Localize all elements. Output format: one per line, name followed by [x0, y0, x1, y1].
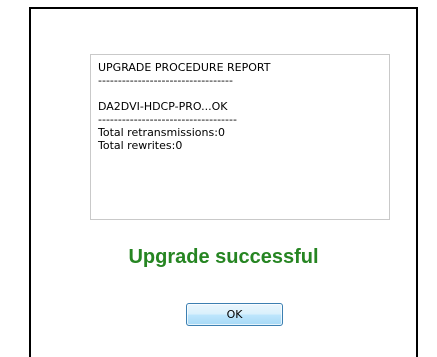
report-device-result: DA2DVI-HDCP-PRO...OK: [98, 100, 228, 113]
upgrade-report-dialog: UPGRADE PROCEDURE REPORT ---------------…: [29, 7, 418, 357]
report-separator-bottom: -----------------------------------: [98, 113, 237, 126]
upgrade-status-message: Upgrade successful: [128, 246, 319, 268]
report-retransmissions: Total retransmissions:0: [98, 126, 225, 139]
ok-button[interactable]: OK: [186, 303, 283, 326]
report-textbox[interactable]: UPGRADE PROCEDURE REPORT ---------------…: [90, 54, 390, 220]
report-title: UPGRADE PROCEDURE REPORT: [98, 61, 271, 74]
report-blank-line: [98, 87, 389, 100]
report-separator-top: ----------------------------------: [98, 74, 233, 87]
report-rewrites: Total rewrites:0: [98, 139, 183, 152]
